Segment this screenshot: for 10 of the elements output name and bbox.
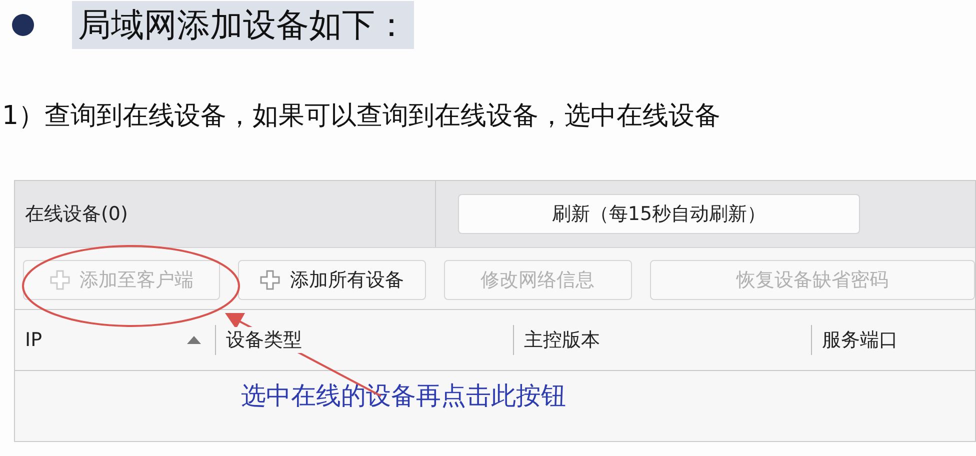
annotation-text: 选中在线的设备再点击此按钮 <box>241 381 566 410</box>
bullet-icon <box>12 14 34 36</box>
plus-icon <box>50 270 70 290</box>
panel-title: 在线设备(0) <box>25 202 128 227</box>
toolbar-button[interactable]: 添加所有设备 <box>238 260 426 300</box>
plus-icon <box>260 270 280 290</box>
refresh-button[interactable]: 刷新（每15秒自动刷新） <box>458 194 860 234</box>
slide-heading: 局域网添加设备如下： <box>72 1 414 49</box>
column-header[interactable]: 设备类型 <box>226 327 302 353</box>
intro-text: 1）查询到在线设备，如果可以查询到在线设备，选中在线设备 <box>1 100 722 133</box>
